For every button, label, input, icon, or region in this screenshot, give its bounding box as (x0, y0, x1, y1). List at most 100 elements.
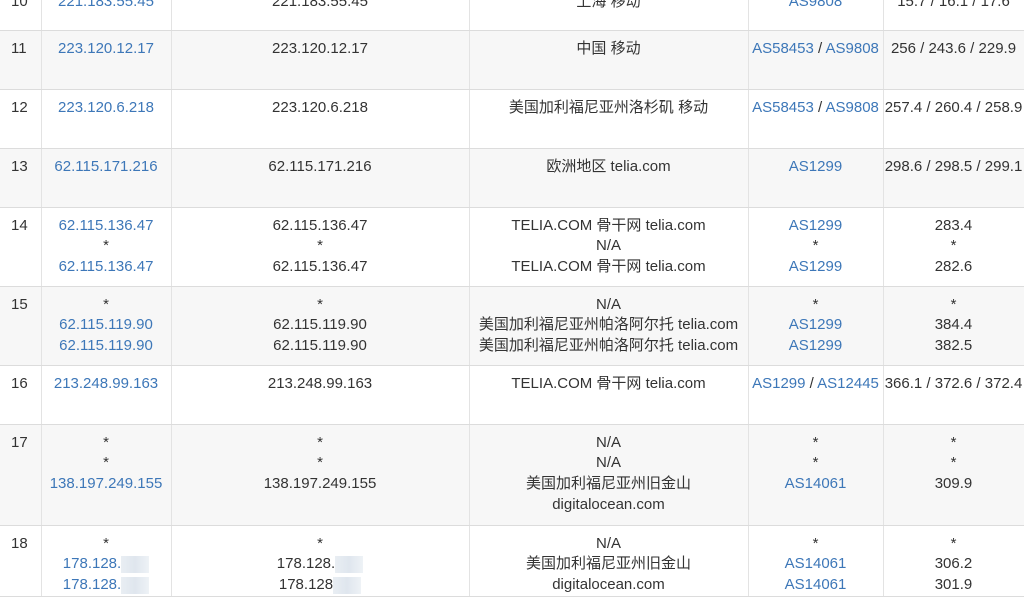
ip-line: 178.128. (42, 575, 171, 595)
location-text: N/A (595, 433, 621, 451)
hop-number: 15 (11, 295, 28, 313)
as-cell: * * AS14061 (748, 424, 884, 526)
as-link[interactable]: AS14061 (785, 475, 847, 492)
as-cell: AS9808 (748, 0, 884, 31)
hostname-text: * (317, 454, 323, 472)
as-link[interactable]: AS12445 (817, 375, 879, 392)
ip-line: * (42, 236, 171, 257)
as-line: AS58453 / AS9808 (749, 98, 883, 119)
hostname-line: 221.183.55.45 (172, 0, 469, 13)
hostname-cell: 221.183.55.45 (171, 0, 470, 31)
ip-line: 223.120.12.17 (42, 39, 171, 60)
location-cell: 中国 移动 (469, 30, 749, 90)
ip-link[interactable]: 223.120.6.218 (58, 99, 154, 116)
ip-line: 62.115.171.216 (42, 157, 171, 178)
ip-link[interactable]: 223.120.12.17 (58, 40, 154, 57)
hop-number-cell: 13 (0, 148, 42, 208)
ip-line: * (42, 433, 171, 454)
as-cell: AS58453 / AS9808 (748, 30, 884, 90)
ip-link[interactable]: 138.197.249.155 (50, 475, 163, 492)
latency-cell: 366.1 / 372.6 / 372.4 (883, 365, 1024, 425)
as-link[interactable]: AS1299 (789, 316, 842, 333)
hostname-text: 62.115.136.47 (272, 258, 368, 276)
ip-link[interactable]: 213.248.99.163 (54, 375, 158, 392)
as-link[interactable]: AS1299 (789, 258, 842, 275)
as-link[interactable]: AS58453 (752, 99, 814, 116)
table-row: 12 223.120.6.218 223.120.6.218 美国加利福尼亚州洛杉矶 … (0, 89, 1024, 149)
as-link[interactable]: AS1299 (789, 217, 842, 234)
redacted-block (333, 576, 362, 594)
ip-link[interactable]: 62.115.136.47 (59, 217, 154, 234)
ip-cell: * * 138.197.249.155 (41, 424, 172, 526)
latency-text: 257.4 / 260.4 / 258.9 (884, 98, 1023, 116)
latency-text: 282.6 (934, 258, 973, 276)
as-cell: AS1299 * AS1299 (748, 207, 884, 287)
hostname-line: 178.128 (172, 575, 469, 595)
hostname-text: 178.128 (278, 576, 334, 594)
location-text: 美国加利福尼亚州帕洛阿尔托 telia.com (478, 337, 739, 355)
location-text: 上海 移动 (576, 0, 641, 10)
ip-cell: * 62.115.119.90 62.115.119.90 (41, 286, 172, 366)
location-text: 中国 移动 (576, 39, 641, 57)
hop-number-cell: 11 (0, 30, 42, 90)
as-link[interactable]: AS58453 (752, 40, 814, 57)
hostname-line: 213.248.99.163 (172, 374, 469, 395)
latency-text: 382.5 (934, 337, 973, 355)
as-link[interactable]: AS1299 (789, 158, 842, 175)
as-cell: AS1299 (748, 148, 884, 208)
hostname-cell: * 178.128. 178.128 (171, 525, 470, 597)
as-timeout: * (812, 295, 819, 313)
ip-line: 62.115.119.90 (42, 315, 171, 336)
hostname-line: * (172, 236, 469, 257)
hostname-line: 223.120.12.17 (172, 39, 469, 60)
hostname-cell: * 62.115.119.90 62.115.119.90 (171, 286, 470, 366)
ip-link[interactable]: 62.115.119.90 (59, 316, 153, 333)
table-row: 16 213.248.99.163 213.248.99.163 TELIA.COM … (0, 365, 1024, 425)
as-link[interactable]: AS1299 (752, 375, 805, 392)
hop-number: 12 (11, 98, 28, 116)
ip-link[interactable]: 62.115.136.47 (59, 258, 154, 275)
as-line: * (749, 433, 883, 454)
hostname-text: * (317, 237, 323, 255)
hostname-text: 223.120.12.17 (272, 39, 368, 57)
as-link[interactable]: AS14061 (785, 576, 847, 593)
as-link[interactable]: AS1299 (789, 337, 842, 354)
as-link[interactable]: AS9808 (826, 40, 879, 57)
ip-link[interactable]: 221.183.55.45 (58, 0, 154, 10)
latency-text: 15.7 / 16.1 / 17.6 (897, 0, 1010, 10)
ip-link[interactable]: 178.128. (63, 576, 121, 593)
location-cell: TELIA.COM 骨干网 telia.com (469, 365, 749, 425)
as-line: AS14061 (749, 575, 883, 595)
hop-number-cell: 17 (0, 424, 42, 526)
hop-number: 18 (11, 534, 28, 552)
redacted-block (121, 555, 150, 573)
location-text: N/A (595, 237, 621, 255)
location-text: N/A (595, 295, 621, 313)
location-text: TELIA.COM 骨干网 telia.com (511, 258, 706, 276)
hostname-line: 62.115.171.216 (172, 157, 469, 178)
as-link[interactable]: AS9808 (826, 99, 879, 116)
as-link[interactable]: AS14061 (785, 555, 847, 572)
ip-line: 62.115.119.90 (42, 336, 171, 357)
ip-timeout: * (103, 295, 109, 313)
ip-link[interactable]: 62.115.119.90 (59, 337, 153, 354)
as-link[interactable]: AS9808 (789, 0, 842, 10)
ip-line: 213.248.99.163 (42, 374, 171, 395)
location-text: 欧洲地区 telia.com (546, 157, 671, 175)
ip-line: * (42, 534, 171, 555)
hostname-text: 213.248.99.163 (267, 374, 373, 392)
hostname-line: 138.197.249.155 (172, 474, 469, 495)
location-text: digitalocean.com (552, 576, 665, 594)
ip-timeout: * (103, 454, 109, 472)
as-line: AS58453 / AS9808 (749, 39, 883, 60)
hop-number-cell: 18 (0, 525, 42, 597)
location-text: digitalocean.com (552, 495, 665, 513)
ip-link[interactable]: 62.115.171.216 (54, 158, 157, 175)
hostname-text: 138.197.249.155 (263, 475, 377, 493)
as-line: AS1299 / AS12445 (749, 374, 883, 395)
traceroute-rows: 10 221.183.55.45 221.183.55.45 上海 移动 AS9808 1… (0, 0, 1024, 597)
location-cell: 美国加利福尼亚州洛杉矶 移动 (469, 89, 749, 149)
ip-link[interactable]: 178.128. (63, 555, 121, 572)
as-line: AS1299 (749, 157, 883, 178)
table-row: 14 62.115.136.47 * 62.115.136.47 62.115.136.… (0, 207, 1024, 287)
